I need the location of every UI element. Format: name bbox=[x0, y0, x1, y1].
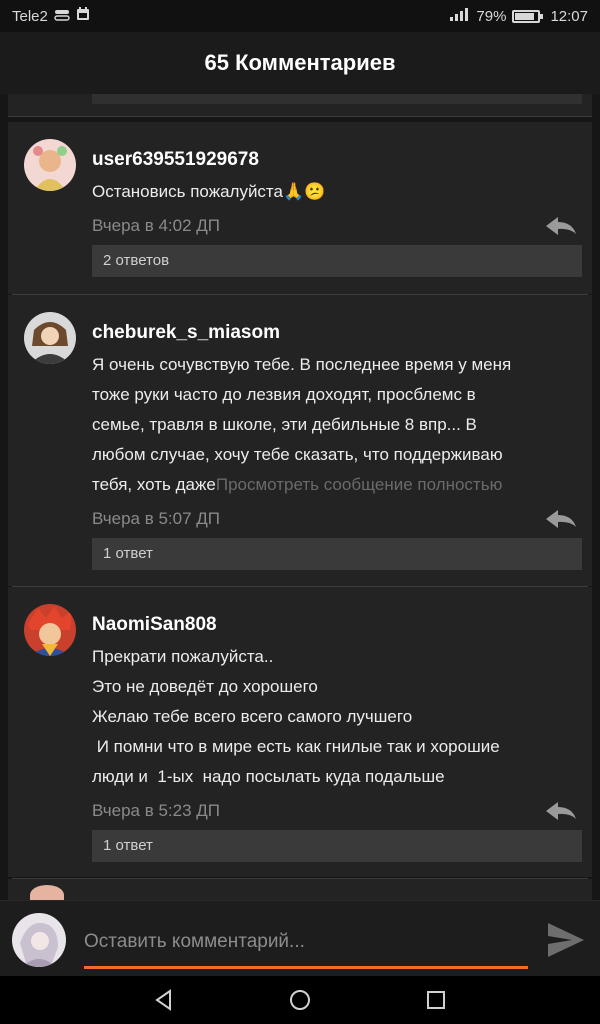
comment-text-tail: тебя, хоть даже bbox=[92, 475, 216, 494]
comment-item: user639551929678 Остановись пожалуйста🙏😕… bbox=[8, 122, 592, 294]
comment-list[interactable]: user639551929678 Остановись пожалуйста🙏😕… bbox=[0, 94, 600, 900]
comment-text-line: Я очень сочувствую тебе. В последнее вре… bbox=[92, 355, 512, 374]
avatar bbox=[30, 885, 64, 900]
replies-toggle[interactable]: 1 ответ bbox=[92, 538, 582, 570]
comment-time: Вчера в 5:23 ДП bbox=[92, 801, 221, 820]
recents-icon[interactable] bbox=[424, 988, 448, 1012]
clock: 12:07 bbox=[550, 7, 588, 25]
comment-text-line: любом случае, хочу тебе сказать, что под… bbox=[92, 445, 503, 464]
read-more-link[interactable]: Просмотреть сообщение полностью bbox=[216, 475, 503, 494]
comment-text-line: люди и 1-ых надо посылать куда подальше bbox=[92, 767, 445, 786]
comment-text: Остановись пожалуйста🙏😕 bbox=[92, 177, 582, 207]
battery-icon bbox=[512, 9, 544, 23]
comment-composer: Оставить комментарий... bbox=[0, 900, 600, 977]
comment-text: Я очень сочувствую тебе. В последнее вре… bbox=[92, 350, 582, 500]
back-icon[interactable] bbox=[152, 988, 176, 1012]
replies-toggle[interactable]: 1 ответ bbox=[92, 830, 582, 862]
toggle-icon bbox=[54, 8, 70, 25]
comment-text-line: Остановись пожалуйста🙏😕 bbox=[92, 182, 326, 201]
comment-item: cheburek_s_miasom Я очень сочувствую теб… bbox=[8, 295, 592, 586]
comment-input[interactable]: Оставить комментарий... bbox=[84, 931, 305, 953]
comment-text-line: Желаю тебе всего всего самого лучшего bbox=[92, 707, 413, 726]
comment-time: Вчера в 5:07 ДП bbox=[92, 509, 221, 528]
comment-item: NaomiSan808 Прекрати пожалуйста.. Это не… bbox=[8, 587, 592, 877]
comment-text-line: Прекрати пожалуйста.. bbox=[92, 647, 274, 666]
comment-text-line: тоже руки часто до лезвия доходят, просб… bbox=[92, 385, 476, 404]
avatar[interactable] bbox=[24, 312, 76, 364]
signal-icon bbox=[448, 7, 470, 25]
replies-toggle[interactable]: 2 ответов bbox=[92, 245, 582, 277]
input-underline bbox=[84, 966, 528, 969]
calendar-icon bbox=[76, 7, 90, 25]
comment-text-line: Это не доведёт до хорошего bbox=[92, 677, 318, 696]
comment-text-line: семье, травля в школе, эти дебильные 8 в… bbox=[92, 415, 477, 434]
reply-icon[interactable] bbox=[544, 799, 578, 823]
avatar[interactable] bbox=[24, 139, 76, 191]
reply-icon[interactable] bbox=[544, 214, 578, 238]
comment-username[interactable]: cheburek_s_miasom bbox=[92, 322, 280, 344]
avatar[interactable] bbox=[24, 604, 76, 656]
previous-comment-edge bbox=[8, 94, 592, 117]
next-comment-edge bbox=[8, 879, 592, 900]
battery-percent: 79% bbox=[476, 7, 507, 25]
comment-time: Вчера в 4:02 ДП bbox=[92, 216, 221, 235]
comment-username[interactable]: user639551929678 bbox=[92, 149, 259, 171]
user-avatar[interactable] bbox=[12, 913, 66, 967]
reply-icon[interactable] bbox=[544, 507, 578, 531]
carrier-label: Tele2 bbox=[12, 7, 48, 25]
header: 65 Комментариев bbox=[0, 32, 600, 94]
comment-text: Прекрати пожалуйста.. Это не доведёт до … bbox=[92, 642, 582, 792]
status-bar: Tele2 79% 12:07 bbox=[0, 0, 600, 32]
comment-username[interactable]: NaomiSan808 bbox=[92, 614, 217, 636]
page-title: 65 Комментариев bbox=[204, 50, 396, 75]
system-nav-bar bbox=[0, 976, 600, 1024]
comment-text-line: И помни что в мире есть как гнилые так и… bbox=[92, 737, 500, 756]
comment-text-line: тебя, хоть дажеПросмотреть сообщение пол… bbox=[92, 470, 582, 500]
home-icon[interactable] bbox=[288, 988, 312, 1012]
send-icon[interactable] bbox=[546, 921, 586, 959]
